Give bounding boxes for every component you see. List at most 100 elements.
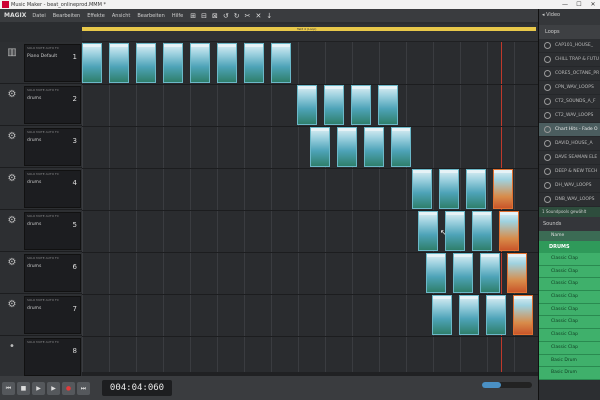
- forward-button[interactable]: ⏭: [77, 381, 90, 395]
- clip-header[interactable]: [325, 86, 343, 89]
- track-panel[interactable]: SOLO MUTE AUTO FX drums 7: [24, 296, 81, 334]
- clip-header[interactable]: [440, 170, 458, 173]
- soundpool-item[interactable]: DEEP & NEW TECH: [539, 165, 600, 179]
- audio-clip[interactable]: [297, 85, 317, 125]
- sound-item[interactable]: Classic Clap: [539, 316, 600, 330]
- audio-clip[interactable]: [217, 43, 237, 83]
- clip-header[interactable]: [427, 254, 445, 257]
- audio-clip[interactable]: [337, 127, 357, 167]
- clip-header[interactable]: [298, 86, 316, 89]
- track-header[interactable]: ▥ SOLO MUTE AUTO FX Piano Default 1: [0, 42, 82, 84]
- soundpool-item[interactable]: CT2_WAV_LOOPS: [539, 109, 600, 123]
- soundpool-item[interactable]: CORE5_OCTANE_PR: [539, 67, 600, 81]
- track-panel[interactable]: SOLO MUTE AUTO FX drums 3: [24, 128, 81, 166]
- menu-effects[interactable]: Effekte: [87, 13, 105, 19]
- track-name[interactable]: drums: [27, 96, 41, 101]
- clip-header[interactable]: [272, 44, 290, 47]
- soundpool-item[interactable]: DAVE SEAMAN ELE: [539, 151, 600, 165]
- audio-clip[interactable]: [499, 211, 519, 251]
- menu-help[interactable]: Hilfe: [172, 13, 183, 19]
- track-header[interactable]: ⚙ SOLO MUTE AUTO FX drums 5: [0, 210, 82, 252]
- audio-clip[interactable]: [310, 127, 330, 167]
- track-controls[interactable]: SOLO MUTE AUTO FX: [27, 88, 59, 92]
- audio-clip[interactable]: [513, 295, 533, 335]
- soundpool-item[interactable]: CHILL TRAP & FUTU: [539, 53, 600, 67]
- audio-clip[interactable]: [244, 43, 264, 83]
- clip-header[interactable]: [392, 128, 410, 131]
- clip-header[interactable]: [481, 254, 499, 257]
- audio-clip[interactable]: [445, 211, 465, 251]
- audio-clip[interactable]: [136, 43, 156, 83]
- clip-header[interactable]: [454, 254, 472, 257]
- redo-icon[interactable]: ↻: [234, 12, 240, 20]
- drums-icon[interactable]: ⚙: [2, 130, 22, 144]
- track-panel[interactable]: SOLO MUTE AUTO FX drums 5: [24, 212, 81, 250]
- zoom-slider[interactable]: [482, 382, 532, 388]
- soundpool-item[interactable]: CT2_SOUNDS_A_F: [539, 95, 600, 109]
- clip-header[interactable]: [446, 212, 464, 215]
- clip-header[interactable]: [137, 44, 155, 47]
- clip-header[interactable]: [338, 128, 356, 131]
- audio-clip[interactable]: [459, 295, 479, 335]
- record-button[interactable]: ●: [62, 381, 75, 395]
- audio-clip[interactable]: [82, 43, 102, 83]
- sound-item[interactable]: Classic Clap: [539, 303, 600, 317]
- play-button[interactable]: ▶: [32, 381, 45, 395]
- clip-header[interactable]: [413, 170, 431, 173]
- track-controls[interactable]: SOLO MUTE AUTO FX: [27, 298, 59, 302]
- track-name[interactable]: drums: [27, 264, 41, 269]
- clip-header[interactable]: [508, 254, 526, 257]
- grid-tool-icon[interactable]: ⊞: [190, 12, 196, 20]
- drums-category[interactable]: DRUMS: [539, 241, 600, 253]
- soundpool-item[interactable]: CAP101_HOUSE_: [539, 39, 600, 53]
- audio-clip[interactable]: [507, 253, 527, 293]
- track-header[interactable]: ⚙ SOLO MUTE AUTO FX drums 6: [0, 252, 82, 294]
- track-header[interactable]: ⚙ SOLO MUTE AUTO FX drums 7: [0, 294, 82, 336]
- drums-icon[interactable]: ⚙: [2, 214, 22, 228]
- menu-edit[interactable]: Bearbeiten: [53, 13, 80, 19]
- clip-header[interactable]: [433, 296, 451, 299]
- audio-clip[interactable]: [351, 85, 371, 125]
- track-controls[interactable]: SOLO MUTE AUTO FX: [27, 256, 59, 260]
- clip-header[interactable]: [379, 86, 397, 89]
- clip-header[interactable]: [494, 170, 512, 173]
- cut-icon[interactable]: ✂: [245, 12, 251, 20]
- sound-item[interactable]: Classic Clap: [539, 341, 600, 355]
- audio-clip[interactable]: [466, 169, 486, 209]
- stop-button[interactable]: ■: [17, 381, 30, 395]
- sound-item[interactable]: Basic Drum: [539, 367, 600, 380]
- minimize-button[interactable]: —: [558, 0, 572, 9]
- audio-clip[interactable]: [412, 169, 432, 209]
- sound-item[interactable]: Classic Clap: [539, 278, 600, 292]
- track-controls[interactable]: SOLO MUTE AUTO FX: [27, 214, 59, 218]
- track-header[interactable]: ⚙ SOLO MUTE AUTO FX drums 4: [0, 168, 82, 210]
- download-icon[interactable]: ↓: [266, 12, 272, 20]
- arrangement-area[interactable]: ↖: [82, 42, 538, 372]
- play-loop-button[interactable]: ▶: [47, 381, 60, 395]
- track-controls[interactable]: SOLO MUTE AUTO FX: [27, 172, 59, 176]
- track-controls[interactable]: SOLO MUTE AUTO FX: [27, 46, 59, 50]
- sound-item[interactable]: Classic Clap: [539, 253, 600, 266]
- audio-clip[interactable]: [418, 211, 438, 251]
- track-header[interactable]: ⚙ SOLO MUTE AUTO FX drums 2: [0, 84, 82, 126]
- drums-icon[interactable]: ⚙: [2, 88, 22, 102]
- clip-header[interactable]: [419, 212, 437, 215]
- audio-clip[interactable]: [378, 85, 398, 125]
- clip-header[interactable]: [245, 44, 263, 47]
- track-panel[interactable]: SOLO MUTE AUTO FX drums 2: [24, 86, 81, 124]
- drums-icon[interactable]: ⚙: [2, 298, 22, 312]
- clip-header[interactable]: [460, 296, 478, 299]
- audio-clip[interactable]: [364, 127, 384, 167]
- clip-header[interactable]: [218, 44, 236, 47]
- track-name[interactable]: drums: [27, 222, 41, 227]
- audio-clip[interactable]: [163, 43, 183, 83]
- track-name[interactable]: drums: [27, 306, 41, 311]
- audio-clip[interactable]: [453, 253, 473, 293]
- track-header[interactable]: ⚙ SOLO MUTE AUTO FX drums 3: [0, 126, 82, 168]
- sound-item[interactable]: Classic Clap: [539, 291, 600, 304]
- track-panel[interactable]: SOLO MUTE AUTO FX drums 6: [24, 254, 81, 292]
- clip-header[interactable]: [352, 86, 370, 89]
- undo-icon[interactable]: ↺: [223, 12, 229, 20]
- audio-clip[interactable]: [109, 43, 129, 83]
- soundpool-item[interactable]: CPN_WAV_LOOPS: [539, 81, 600, 95]
